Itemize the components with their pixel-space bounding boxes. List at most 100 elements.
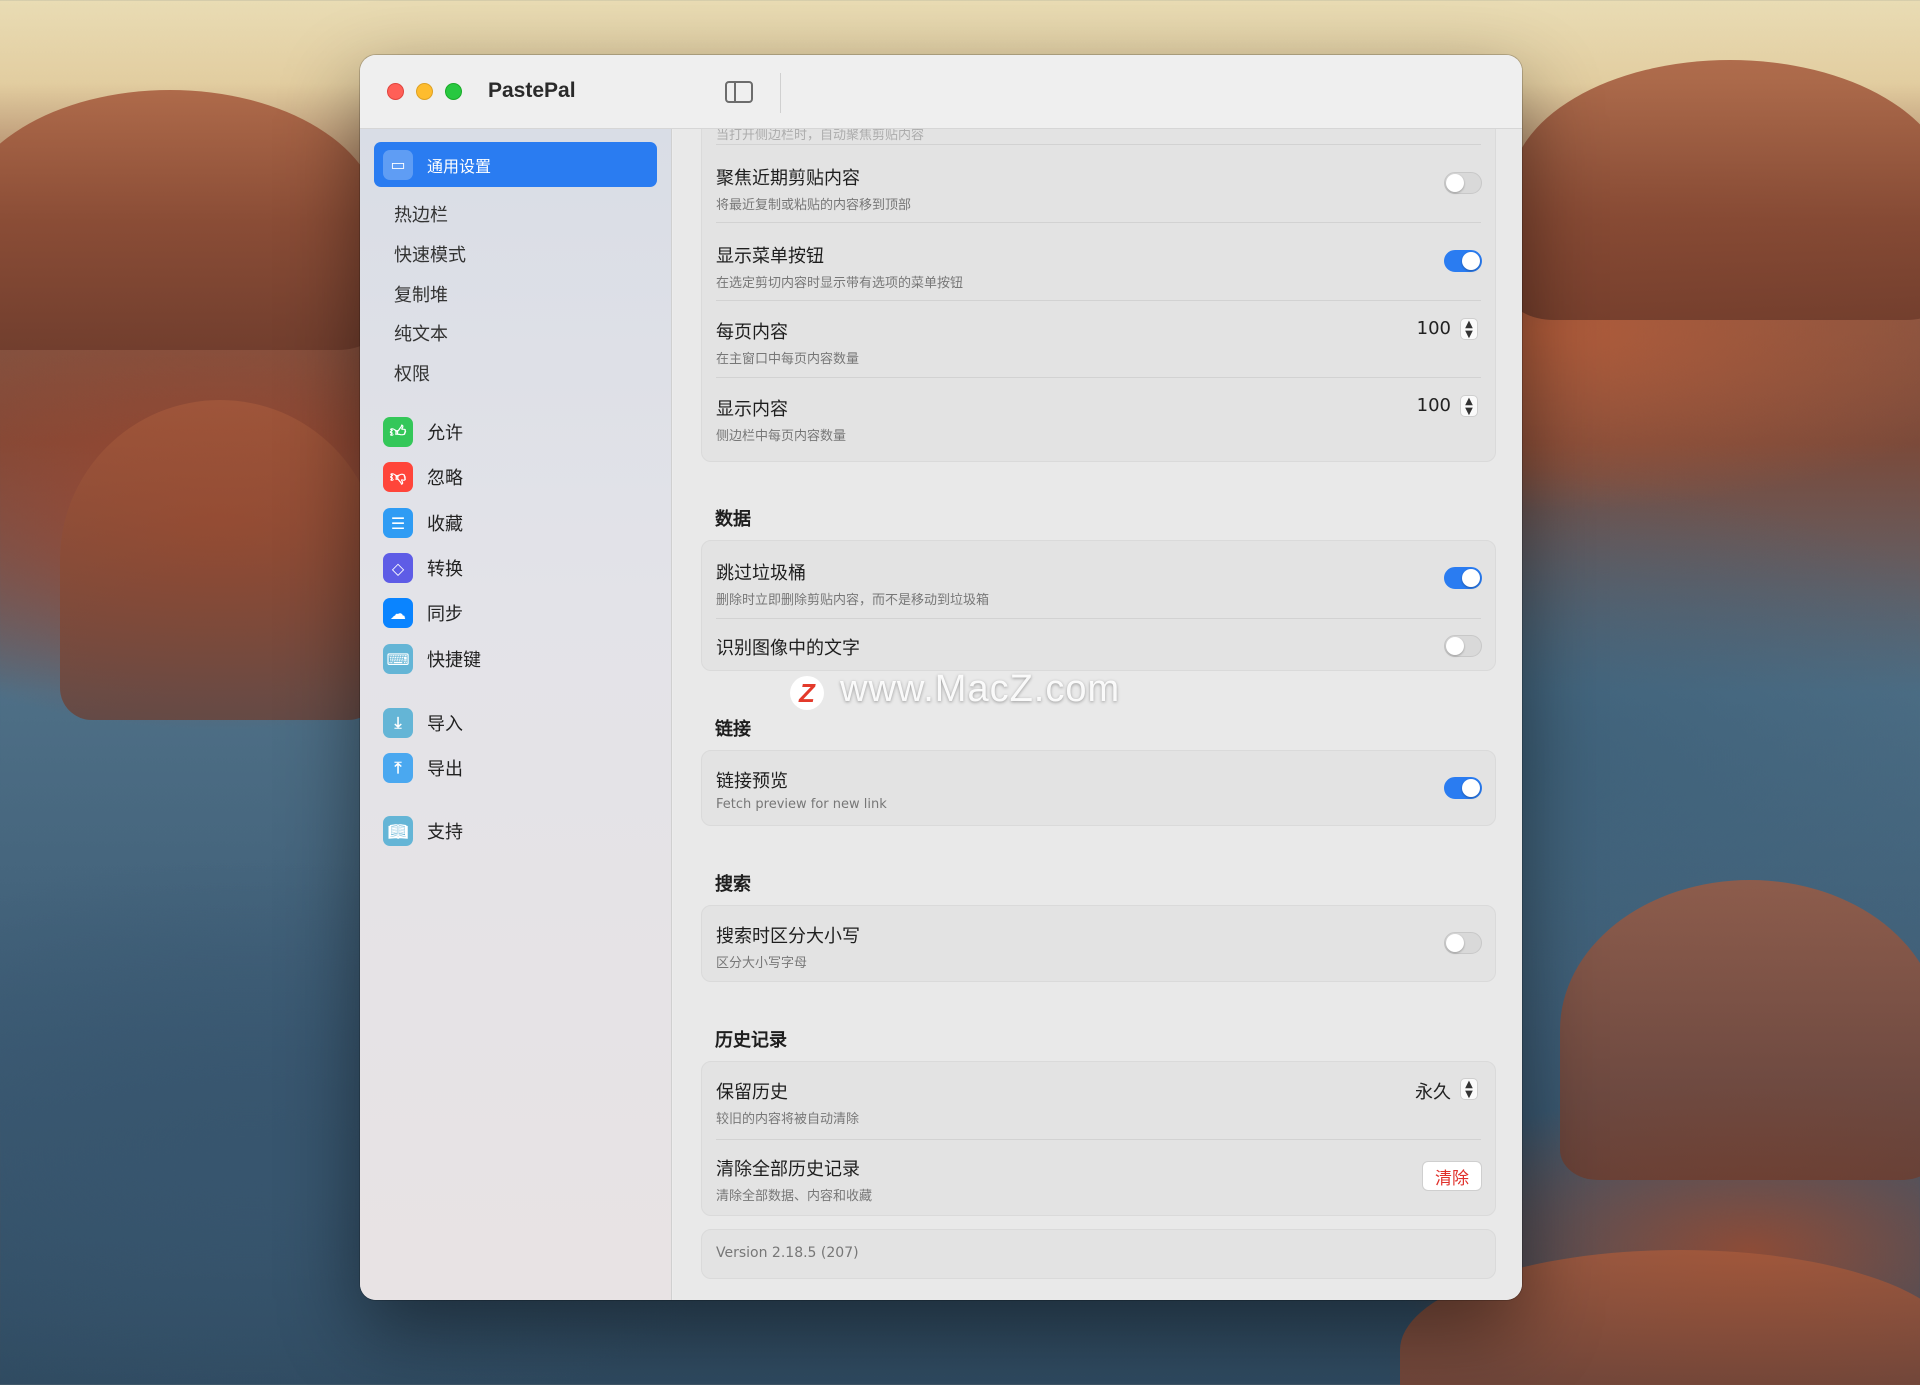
section-header-search: 搜索 bbox=[715, 874, 751, 895]
sidebar-item-label: 支持 bbox=[427, 822, 463, 843]
sidebar-item-label: 同步 bbox=[427, 604, 463, 625]
zoom-button[interactable] bbox=[445, 83, 462, 100]
sidebar-item-favorites[interactable]: ☰ 收藏 bbox=[374, 504, 657, 542]
clear-history-button[interactable]: 清除 bbox=[1422, 1161, 1482, 1191]
row-subtitle: 删除时立即删除剪贴内容，而不是移动到垃圾箱 bbox=[716, 593, 990, 608]
section-header-history: 历史记录 bbox=[715, 1030, 787, 1051]
items-per-page-stepper[interactable]: ▲ ▼ bbox=[1460, 318, 1478, 340]
version-box: Version 2.18.5 (207) bbox=[701, 1229, 1496, 1279]
settings-row-skip-trash: 跳过垃圾桶 删除时立即删除剪贴内容，而不是移动到垃圾箱 bbox=[702, 541, 1495, 618]
thumbs-down-icon: 👎︎ bbox=[383, 462, 413, 492]
sidebar-item-label: 快捷键 bbox=[427, 650, 481, 671]
settings-row-menu-button: 显示菜单按钮 在选定剪切内容时显示带有选项的菜单按钮 bbox=[702, 222, 1495, 300]
sidebar-item-export[interactable]: ⤒ 导出 bbox=[374, 749, 657, 787]
sidebar: ▭ 通用设置 热边栏 快速模式 复制堆 纯文本 权限 👍︎ 允许 👎︎ 忽略 ☰… bbox=[360, 129, 672, 1300]
settings-row-clear-history: 清除全部历史记录 清除全部数据、内容和收藏 清除 bbox=[702, 1139, 1495, 1217]
sidebar-item-allow[interactable]: 👍︎ 允许 bbox=[374, 413, 657, 451]
settings-row-items-per-page: 每页内容 在主窗口中每页内容数量 100 ▲ ▼ bbox=[702, 300, 1495, 377]
row-title: 显示内容 bbox=[716, 399, 788, 420]
sidebar-item-hot-edge[interactable]: 热边栏 bbox=[394, 195, 677, 233]
wallpaper-mesa-left bbox=[0, 90, 380, 350]
keep-history-selector[interactable]: ▲ ▼ bbox=[1460, 1078, 1478, 1100]
menu-button-toggle[interactable] bbox=[1444, 250, 1482, 272]
row-title: 链接预览 bbox=[716, 771, 788, 792]
thumbs-up-icon: 👍︎ bbox=[383, 417, 413, 447]
sidebar-item-general[interactable]: ▭ 通用设置 bbox=[374, 142, 657, 187]
version-label: Version 2.18.5 (207) bbox=[716, 1245, 859, 1261]
title-bar: PastePal bbox=[360, 55, 1522, 129]
skip-trash-toggle[interactable] bbox=[1444, 567, 1482, 589]
row-title: 保留历史 bbox=[716, 1082, 788, 1103]
sidebar-items-value: 100 bbox=[1416, 395, 1451, 416]
sidebar-item-quick-mode[interactable]: 快速模式 bbox=[394, 235, 677, 273]
sidebar-item-label: 通用设置 bbox=[427, 156, 492, 176]
section-header-links: 链接 bbox=[715, 719, 751, 740]
row-subtitle: 将最近复制或粘贴的内容移到顶部 bbox=[716, 198, 912, 213]
sidebar-item-label: 导出 bbox=[427, 759, 463, 780]
book-icon: 📖︎ bbox=[383, 816, 413, 846]
row-title: 跳过垃圾桶 bbox=[716, 563, 806, 584]
settings-row-case-sensitive: 搜索时区分大小写 区分大小写字母 bbox=[702, 906, 1495, 983]
links-group: 链接预览 Fetch preview for new link bbox=[701, 750, 1496, 826]
sidebar-item-label: 权限 bbox=[394, 364, 430, 385]
sidebar-items-stepper[interactable]: ▲ ▼ bbox=[1460, 395, 1478, 417]
sidebar-item-permissions[interactable]: 权限 bbox=[394, 354, 677, 392]
sidebar-item-copy-stack[interactable]: 复制堆 bbox=[394, 275, 677, 313]
sidebar-item-plain-text[interactable]: 纯文本 bbox=[394, 314, 677, 352]
sidebar-item-label: 导入 bbox=[427, 714, 463, 735]
row-title: 显示菜单按钮 bbox=[716, 246, 824, 267]
watermark-logo: Z bbox=[790, 676, 824, 710]
cloud-icon: ☁ bbox=[383, 598, 413, 628]
row-subtitle: 在选定剪切内容时显示带有选项的菜单按钮 bbox=[716, 276, 964, 291]
sidebar-item-label: 复制堆 bbox=[394, 285, 448, 306]
ocr-toggle[interactable] bbox=[1444, 635, 1482, 657]
export-icon: ⤒ bbox=[383, 753, 413, 783]
focus-recent-toggle[interactable] bbox=[1444, 172, 1482, 194]
wallpaper-mesa-right-lower bbox=[1560, 880, 1920, 1180]
search-group: 搜索时区分大小写 区分大小写字母 bbox=[701, 905, 1496, 982]
sidebar-item-ignore[interactable]: 👎︎ 忽略 bbox=[374, 458, 657, 496]
window-icon: ▭ bbox=[383, 149, 413, 180]
sidebar-item-label: 纯文本 bbox=[394, 324, 448, 345]
sidebar-item-label: 转换 bbox=[427, 559, 463, 580]
keep-history-value: 永久 bbox=[1415, 1082, 1451, 1103]
data-group: 跳过垃圾桶 删除时立即删除剪贴内容，而不是移动到垃圾箱 识别图像中的文字 bbox=[701, 540, 1496, 671]
case-sensitive-toggle[interactable] bbox=[1444, 932, 1482, 954]
settings-row-link-preview: 链接预览 Fetch preview for new link bbox=[702, 751, 1495, 827]
section-header-data: 数据 bbox=[715, 509, 751, 530]
general-group: 当打开侧边栏时，自动聚焦剪贴内容 聚焦近期剪贴内容 将最近复制或粘贴的内容移到顶… bbox=[701, 129, 1496, 462]
row-subtitle: 在主窗口中每页内容数量 bbox=[716, 352, 860, 367]
sidebar-item-transform[interactable]: ◇ 转换 bbox=[374, 549, 657, 587]
settings-row-sidebar-items: 显示内容 侧边栏中每页内容数量 100 ▲ ▼ bbox=[702, 377, 1495, 455]
sidebar-item-sync[interactable]: ☁ 同步 bbox=[374, 594, 657, 632]
shape-icon: ◇ bbox=[383, 553, 413, 583]
settings-row-keep-history: 保留历史 较旧的内容将被自动清除 永久 ▲ ▼ bbox=[702, 1062, 1495, 1139]
sidebar-item-label: 快速模式 bbox=[394, 245, 466, 266]
keyboard-icon: ⌨ bbox=[383, 644, 413, 674]
wallpaper-mesa-left-lower bbox=[60, 400, 380, 720]
row-subtitle: Fetch preview for new link bbox=[716, 797, 887, 812]
row-subtitle: 区分大小写字母 bbox=[716, 956, 808, 971]
row-title: 识别图像中的文字 bbox=[716, 638, 860, 659]
settings-content[interactable]: 当打开侧边栏时，自动聚焦剪贴内容 聚焦近期剪贴内容 将最近复制或粘贴的内容移到顶… bbox=[673, 129, 1522, 1300]
import-icon: ⤓ bbox=[383, 708, 413, 738]
link-preview-toggle[interactable] bbox=[1444, 777, 1482, 799]
minimize-button[interactable] bbox=[416, 83, 433, 100]
history-group: 保留历史 较旧的内容将被自动清除 永久 ▲ ▼ 清除全部历史记录 清除全部数据、内… bbox=[701, 1061, 1496, 1216]
sidebar-item-support[interactable]: 📖︎ 支持 bbox=[374, 812, 657, 850]
row-title: 搜索时区分大小写 bbox=[716, 926, 860, 947]
sidebar-item-label: 忽略 bbox=[427, 468, 463, 489]
row-subtitle: 较旧的内容将被自动清除 bbox=[716, 1112, 860, 1127]
sidebar-item-import[interactable]: ⤓ 导入 bbox=[374, 704, 657, 742]
sidebar-item-label: 允许 bbox=[427, 423, 463, 444]
items-per-page-value: 100 bbox=[1416, 318, 1451, 339]
app-title: PastePal bbox=[488, 79, 576, 102]
sidebar-item-shortcuts[interactable]: ⌨ 快捷键 bbox=[374, 640, 657, 678]
partial-subtitle: 当打开侧边栏时，自动聚焦剪贴内容 bbox=[716, 129, 925, 143]
close-button[interactable] bbox=[387, 83, 404, 100]
wallpaper-mesa-right bbox=[1510, 60, 1920, 320]
sidebar-toggle-icon[interactable] bbox=[725, 81, 753, 103]
row-title: 聚焦近期剪贴内容 bbox=[716, 168, 860, 189]
row-subtitle: 侧边栏中每页内容数量 bbox=[716, 429, 847, 444]
row-subtitle: 清除全部数据、内容和收藏 bbox=[716, 1189, 873, 1204]
